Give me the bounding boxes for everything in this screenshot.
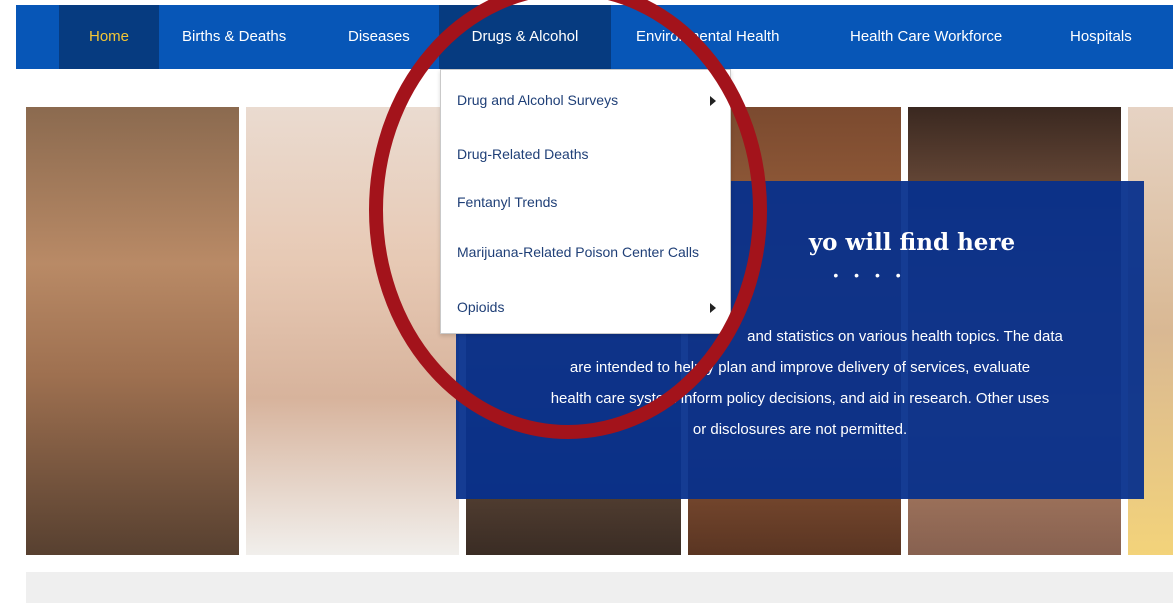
dropdown-item-opioids[interactable]: Opioids — [457, 299, 504, 315]
nav-health-care-workforce[interactable]: Health Care Workforce — [850, 5, 1002, 69]
submenu-arrow-icon — [710, 96, 716, 106]
dropdown-item-fentanyl-trends[interactable]: Fentanyl Trends — [457, 194, 557, 210]
nav-births-deaths[interactable]: Births & Deaths — [182, 5, 286, 69]
dropdown-item-marijuana-poison-calls[interactable]: Marijuana-Related Poison Center Calls — [457, 244, 699, 260]
panel-body-line: health care system inform policy decisio… — [550, 390, 1050, 407]
nav-home[interactable]: Home — [59, 5, 159, 69]
submenu-arrow-icon — [710, 303, 716, 313]
panel-body-line: are intended to help y plan and improve … — [569, 359, 1031, 376]
hero-photo-1 — [26, 107, 239, 555]
drugs-alcohol-dropdown: Drug and Alcohol Surveys Drug-Related De… — [440, 69, 731, 334]
panel-body: and statistics on various health topics.… — [508, 321, 1092, 445]
hero-photo-2 — [246, 107, 459, 555]
main-nav: Home Births & Deaths Diseases Drugs & Al… — [16, 5, 1173, 69]
dropdown-item-drug-alcohol-surveys[interactable]: Drug and Alcohol Surveys — [457, 92, 618, 108]
nav-drugs-alcohol[interactable]: Drugs & Alcohol — [439, 5, 611, 69]
panel-body-line: or disclosures are not permitted. — [692, 421, 908, 438]
nav-diseases[interactable]: Diseases — [348, 5, 410, 69]
nav-environmental-health[interactable]: Environmental Health — [636, 5, 779, 69]
nav-hospitals[interactable]: Hospitals — [1070, 5, 1132, 69]
dropdown-item-drug-related-deaths[interactable]: Drug-Related Deaths — [457, 146, 589, 162]
bottom-gray-bar — [26, 572, 1173, 603]
